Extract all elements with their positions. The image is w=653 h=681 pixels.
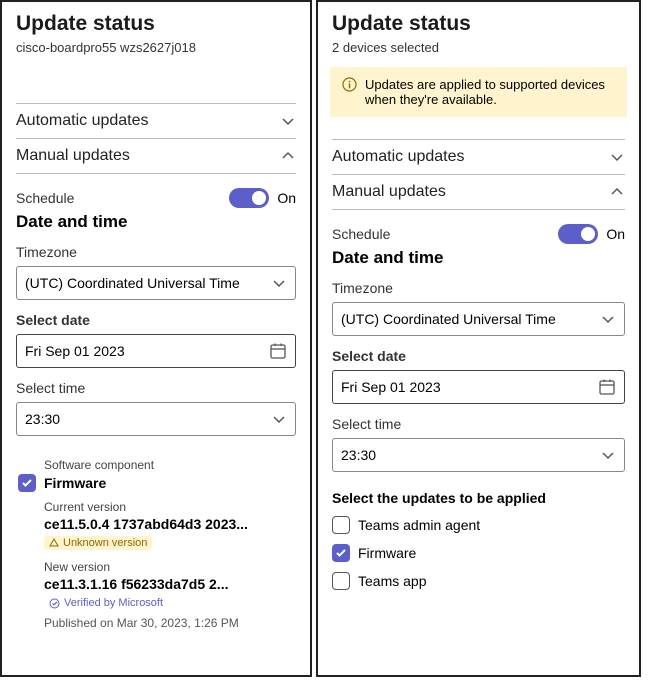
info-banner: Updates are applied to supported devices… — [330, 67, 627, 117]
chevron-up-icon — [609, 184, 625, 200]
teams-admin-agent-label: Teams admin agent — [358, 517, 480, 533]
calendar-icon — [269, 342, 287, 360]
warning-icon — [49, 538, 59, 548]
firmware-label: Firmware — [358, 545, 416, 561]
published-date: Published on Mar 30, 2023, 1:26 PM — [44, 616, 296, 630]
unknown-version-badge: Unknown version — [44, 536, 152, 550]
current-version-value: ce11.5.0.4 1737abd64d3 2023... — [44, 516, 248, 532]
schedule-label: Schedule — [16, 190, 74, 206]
manual-updates-section[interactable]: Manual updates — [16, 139, 296, 174]
chevron-down-icon — [609, 149, 625, 165]
date-time-heading: Date and time — [332, 248, 625, 268]
update-status-panel-multi: Update status 2 devices selected Updates… — [316, 0, 641, 677]
time-select[interactable]: 23:30 — [332, 438, 625, 472]
timezone-label: Timezone — [16, 244, 296, 260]
schedule-label: Schedule — [332, 226, 390, 242]
date-input[interactable]: Fri Sep 01 2023 — [332, 370, 625, 404]
timezone-value: (UTC) Coordinated Universal Time — [341, 311, 556, 327]
software-component-block: Software component Firmware Current vers… — [16, 458, 296, 630]
firmware-label: Firmware — [44, 475, 106, 491]
select-time-label: Select time — [332, 416, 625, 432]
new-version-value: ce11.3.1.16 f56233da7d5 2... — [44, 576, 228, 592]
chevron-down-icon — [600, 311, 616, 327]
timezone-value: (UTC) Coordinated Universal Time — [25, 275, 240, 291]
page-title: Update status — [16, 12, 296, 36]
device-name: cisco-boardpro55 wzs2627j018 — [16, 40, 296, 55]
chevron-down-icon — [271, 275, 287, 291]
schedule-toggle-state: On — [277, 190, 296, 206]
teams-app-label: Teams app — [358, 573, 426, 589]
date-time-heading: Date and time — [16, 212, 296, 232]
chevron-down-icon — [271, 411, 287, 427]
time-value: 23:30 — [25, 411, 60, 427]
timezone-label: Timezone — [332, 280, 625, 296]
firmware-checkbox[interactable] — [332, 544, 350, 562]
calendar-icon — [598, 378, 616, 396]
verified-badge: Verified by Microsoft — [44, 596, 168, 610]
page-title: Update status — [332, 12, 625, 36]
schedule-toggle-state: On — [606, 226, 625, 242]
schedule-toggle[interactable] — [229, 188, 269, 208]
manual-updates-label: Manual updates — [16, 147, 130, 165]
select-date-label: Select date — [16, 312, 296, 328]
new-version-label: New version — [44, 560, 296, 574]
teams-admin-agent-checkbox[interactable] — [332, 516, 350, 534]
select-updates-heading: Select the updates to be applied — [332, 490, 625, 506]
date-value: Fri Sep 01 2023 — [25, 343, 125, 359]
automatic-updates-section[interactable]: Automatic updates — [16, 103, 296, 139]
select-date-label: Select date — [332, 348, 625, 364]
select-time-label: Select time — [16, 380, 296, 396]
automatic-updates-label: Automatic updates — [16, 112, 149, 130]
manual-updates-section[interactable]: Manual updates — [332, 175, 625, 210]
time-value: 23:30 — [341, 447, 376, 463]
teams-app-checkbox[interactable] — [332, 572, 350, 590]
automatic-updates-label: Automatic updates — [332, 148, 465, 166]
verified-icon — [49, 598, 60, 609]
date-input[interactable]: Fri Sep 01 2023 — [16, 334, 296, 368]
devices-selected: 2 devices selected — [332, 40, 625, 55]
firmware-checkbox[interactable] — [18, 474, 36, 492]
date-value: Fri Sep 01 2023 — [341, 379, 441, 395]
banner-text: Updates are applied to supported devices… — [365, 77, 615, 107]
update-status-panel-single: Update status cisco-boardpro55 wzs2627j0… — [0, 0, 312, 677]
manual-updates-label: Manual updates — [332, 183, 446, 201]
timezone-select[interactable]: (UTC) Coordinated Universal Time — [16, 266, 296, 300]
chevron-down-icon — [600, 447, 616, 463]
chevron-down-icon — [280, 113, 296, 129]
timezone-select[interactable]: (UTC) Coordinated Universal Time — [332, 302, 625, 336]
current-version-label: Current version — [44, 500, 296, 514]
software-component-label: Software component — [44, 458, 296, 472]
automatic-updates-section[interactable]: Automatic updates — [332, 139, 625, 175]
time-select[interactable]: 23:30 — [16, 402, 296, 436]
chevron-up-icon — [280, 148, 296, 164]
info-icon — [342, 77, 357, 92]
schedule-toggle[interactable] — [558, 224, 598, 244]
